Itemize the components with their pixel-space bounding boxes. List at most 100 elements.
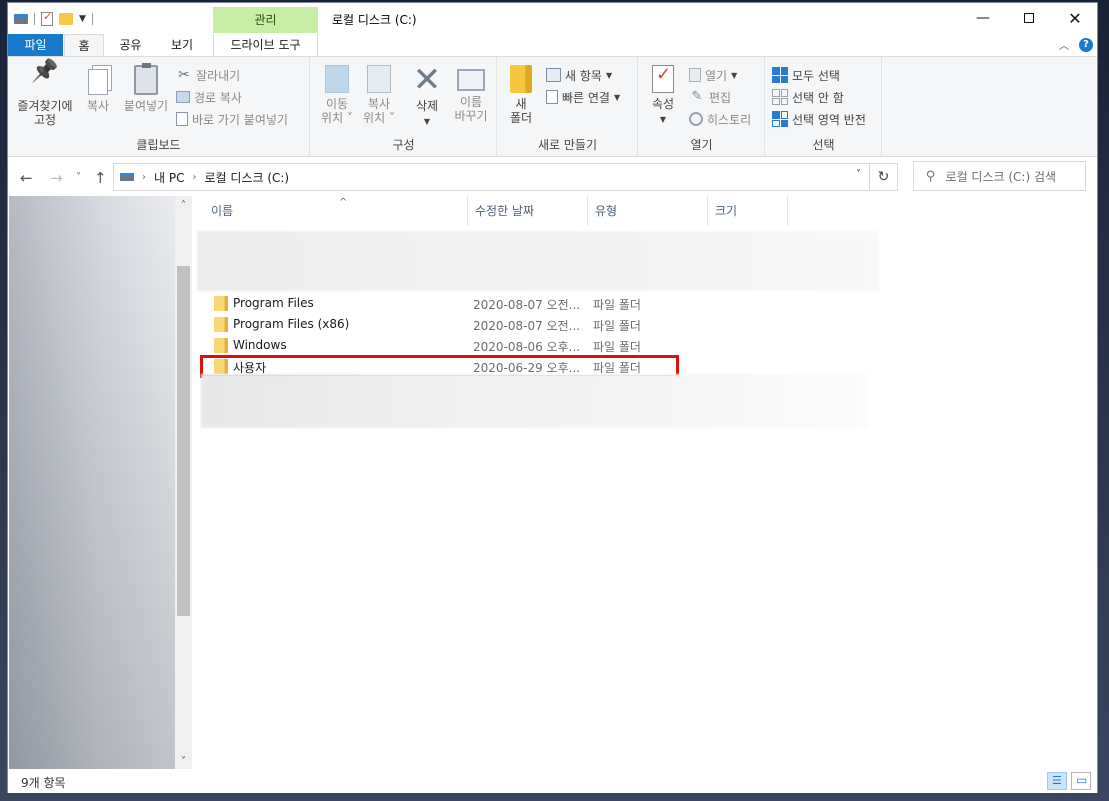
breadcrumb-local-disk[interactable]: 로컬 디스크 (C:) [204,169,289,186]
back-arrow-icon[interactable]: ← [20,169,33,187]
tab-share[interactable]: 공유 [108,34,153,56]
scroll-down-arrow-icon[interactable]: ˅ [175,756,192,767]
refresh-button[interactable]: ↻ [870,163,898,191]
paste-button[interactable]: 붙여넣기 [120,63,172,113]
list-item[interactable]: Program Files (x86) 2020-08-07 오전... 파일 … [204,314,864,335]
pin-to-quick-access-button[interactable]: 즐겨찾기에 고정 [14,63,76,127]
column-header-size[interactable]: 크기 [708,196,788,226]
scroll-thumb[interactable] [177,266,190,616]
easy-access-icon [546,90,558,104]
minimize-button[interactable]: — [960,3,1006,33]
move-to-button[interactable]: 이동 위치 ˅ [317,63,357,125]
invert-selection-icon [772,111,788,127]
breadcrumb-this-pc[interactable]: 내 PC [154,169,184,186]
select-group-label: 선택 [812,138,835,152]
breadcrumb-separator-icon[interactable]: › [142,172,146,183]
qat-separator [91,13,93,25]
new-folder-button[interactable]: 새 폴더 [504,63,538,125]
invert-selection-button[interactable]: 선택 영역 반전 [772,109,866,129]
tab-drive-tools[interactable]: 드라이브 도구 [213,34,318,56]
properties-icon[interactable] [41,10,53,26]
rename-label-line2: 바꾸기 [454,109,488,123]
easy-access-button[interactable]: 빠른 연결 ▼ [546,87,620,107]
up-arrow-icon[interactable]: ↑ [94,169,107,187]
edit-pencil-icon: ✎ [691,89,703,104]
sort-ascending-icon: ^ [339,197,348,208]
new-folder-icon[interactable] [59,13,73,25]
maximize-button[interactable] [1006,3,1052,33]
easy-access-label: 빠른 연결 [562,90,610,105]
open-button[interactable]: 열기 ▼ [689,65,737,85]
recent-locations-chevron-icon[interactable]: ˅ [76,172,81,183]
select-group: 모두 선택 선택 안 함 선택 영역 반전 선택 [766,57,882,156]
list-item[interactable]: Windows 2020-08-06 오후... 파일 폴더 [204,335,864,356]
contextual-tab-manage: 관리 [213,7,318,33]
open-group: 속성 ▼ 열기 ▼ ✎ 편집 히스토리 열기 [639,57,765,156]
new-folder-label-line2: 폴더 [509,111,533,125]
properties-button[interactable]: 속성 ▼ [645,63,681,127]
rename-label-line1: 이름 [459,95,483,109]
copy-label: 복사 [86,99,110,113]
copy-to-button[interactable]: 복사 위치 ˅ [359,63,399,125]
clipboard-group-label: 클립보드 [136,138,181,152]
paste-shortcut-icon [176,112,188,126]
column-header-type[interactable]: 유형 [588,196,708,226]
paste-shortcut-button[interactable]: 바로 가기 붙여넣기 [176,109,288,129]
address-dropdown-chevron-icon[interactable]: ˅ [856,169,861,180]
minimize-ribbon-chevron-icon[interactable]: ︿ [1059,37,1069,52]
navigation-pane[interactable] [9,196,175,769]
select-none-icon [772,89,788,105]
list-item[interactable]: Program Files 2020-08-07 오전... 파일 폴더 [204,293,864,314]
copy-to-label-line2: 위치 ˅ [363,111,395,125]
details-view-button[interactable] [1047,772,1067,790]
item-type: 파일 폴더 [593,319,641,333]
organize-group-label: 구성 [392,138,415,152]
history-icon [689,112,703,126]
new-group: 새 폴더 새 항목 ▼ 빠른 연결 ▼ 새로 만들기 [498,57,638,156]
clipboard-group: 즐겨찾기에 고정 복사 붙여넣기 ✂ 잘라내기 경로 복사 바로 가기 붙여 [8,57,310,156]
new-item-button[interactable]: 새 항목 ▼ [546,65,612,85]
column-header-date[interactable]: 수정한 날짜 [468,196,588,226]
qat-separator [34,13,35,25]
pin-icon [30,65,60,95]
address-bar[interactable]: › 내 PC › 로컬 디스크 (C:) ˅ [113,163,870,191]
customize-qat-chevron-icon[interactable]: ▼ [79,14,86,24]
explorer-window: ▼ 관리 로컬 디스크 (C:) — ✕ 파일 홈 공유 보기 드라이브 도구 … [7,2,1098,793]
folder-icon [510,65,532,93]
tab-home[interactable]: 홈 [64,34,104,57]
history-label: 히스토리 [707,112,752,127]
delete-x-icon: ✕ [412,60,442,100]
quick-access-toolbar: ▼ [14,10,93,27]
select-none-button[interactable]: 선택 안 함 [772,87,844,107]
forward-arrow-icon[interactable]: → [50,169,63,187]
rename-button[interactable]: 이름 바꾸기 [449,63,493,123]
copy-path-button[interactable]: 경로 복사 [176,87,242,107]
select-all-button[interactable]: 모두 선택 [772,65,840,85]
help-icon[interactable]: ? [1079,37,1093,52]
close-button[interactable]: ✕ [1052,3,1098,33]
open-caret-icon: ▼ [731,70,738,80]
blurred-rows [201,374,868,428]
history-button[interactable]: 히스토리 [689,109,751,129]
search-input[interactable]: ⚲ 로컬 디스크 (C:) 검색 [913,161,1086,191]
copy-to-label-line1: 복사 [367,97,391,111]
cut-button[interactable]: ✂ 잘라내기 [176,65,240,85]
search-placeholder: 로컬 디스크 (C:) 검색 [945,169,1057,184]
copy-button[interactable]: 복사 [80,63,116,113]
delete-button[interactable]: ✕ 삭제 ▼ [409,63,445,129]
navigation-pane-scrollbar[interactable]: ˄ ˅ [175,196,192,769]
item-name: Program Files (x86) [233,317,350,331]
edit-button[interactable]: ✎ 편집 [689,87,732,107]
column-header-name[interactable]: ^ 이름 [204,196,468,226]
delete-dropdown-caret-icon[interactable]: ▼ [424,117,430,126]
tab-file[interactable]: 파일 [8,34,63,56]
breadcrumb-separator-icon[interactable]: › [192,172,196,183]
large-icons-view-button[interactable] [1071,772,1091,790]
easy-access-caret-icon: ▼ [613,92,621,102]
properties-caret-icon[interactable]: ▼ [660,115,666,124]
tab-view[interactable]: 보기 [158,34,206,56]
item-date: 2020-08-07 오전... [473,298,581,312]
scroll-up-arrow-icon[interactable]: ˄ [175,200,192,211]
copy-to-icon [367,65,391,93]
paste-label: 붙여넣기 [123,99,169,113]
